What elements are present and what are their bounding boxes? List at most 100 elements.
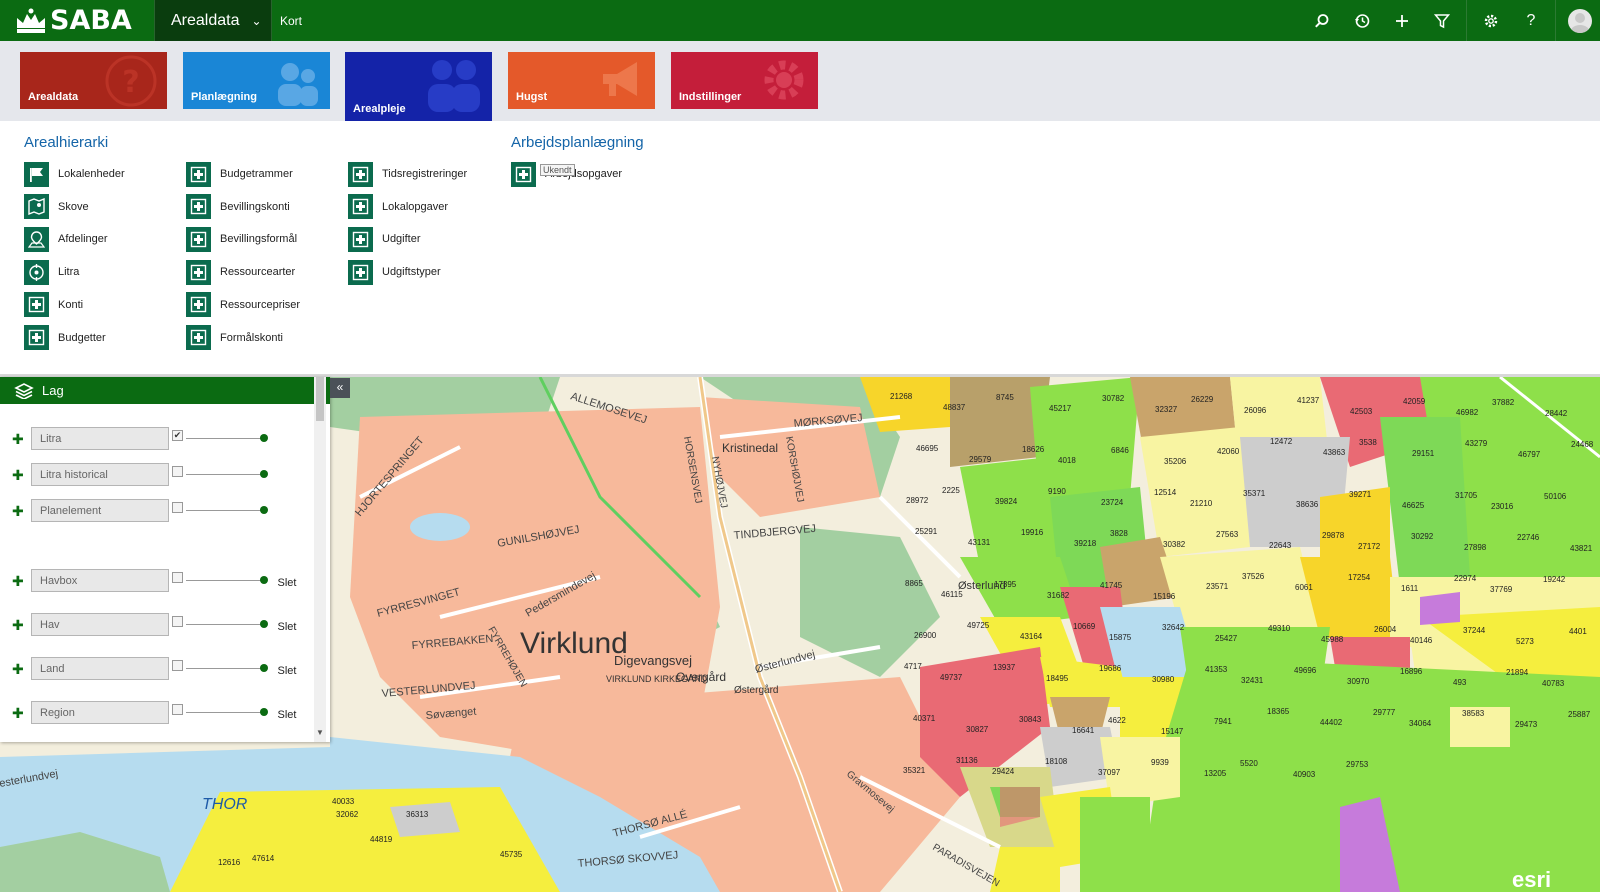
module-dropdown[interactable]: Arealdata ⌄ xyxy=(154,0,272,41)
opacity-slider-track[interactable] xyxy=(186,580,264,581)
settings-icon[interactable] xyxy=(1471,0,1511,41)
filter-icon[interactable] xyxy=(1422,0,1462,41)
tile-indstillinger[interactable]: Indstillinger xyxy=(671,52,818,109)
opacity-slider-track[interactable] xyxy=(186,474,264,475)
delete-layer-button[interactable]: Slet xyxy=(268,613,306,641)
menu-item-bevillingsformål[interactable]: Bevillingsformål xyxy=(186,226,297,252)
layer-visibility-checkbox[interactable] xyxy=(172,466,183,477)
opacity-slider-handle[interactable] xyxy=(260,620,268,628)
scrollbar-thumb[interactable] xyxy=(316,377,324,421)
parcel-label: 21268 xyxy=(890,392,913,401)
grid-icon xyxy=(186,161,211,187)
parcel-label: 41237 xyxy=(1297,396,1320,405)
menu-item-litra[interactable]: Litra xyxy=(24,259,79,285)
drag-handle-icon[interactable]: ✚ xyxy=(12,503,24,520)
tile-arealdata[interactable]: ? Arealdata xyxy=(20,52,167,109)
parcel-label: 42059 xyxy=(1403,397,1426,406)
menu-item-budgetrammer[interactable]: Budgetrammer xyxy=(186,161,293,187)
drag-handle-icon[interactable]: ✚ xyxy=(12,617,24,634)
opacity-slider-track[interactable] xyxy=(186,668,264,669)
opacity-slider-handle[interactable] xyxy=(260,576,268,584)
layer-name-field[interactable]: Hav xyxy=(31,613,169,636)
menu-item-udgiftstyper[interactable]: Udgiftstyper xyxy=(348,259,441,285)
layer-row: ✚ Land Slet xyxy=(0,657,315,685)
grid-icon xyxy=(24,292,49,318)
logo-text: SABA xyxy=(50,5,132,36)
parcel-label: 27898 xyxy=(1464,543,1487,552)
breadcrumb[interactable]: Kort xyxy=(280,14,302,28)
layer-name-field[interactable]: Litra historical xyxy=(31,463,169,486)
scrollbar[interactable] xyxy=(314,377,326,742)
menu-item-konti[interactable]: Konti xyxy=(24,292,83,318)
history-icon[interactable] xyxy=(1342,0,1382,41)
layer-visibility-checkbox[interactable] xyxy=(172,704,183,715)
layer-name-field[interactable]: Region xyxy=(31,701,169,724)
flag-icon xyxy=(24,161,49,187)
menu-item-label: Udgifter xyxy=(382,233,421,246)
add-icon[interactable] xyxy=(1382,0,1422,41)
layer-visibility-checkbox[interactable] xyxy=(172,660,183,671)
menu-item-tidsregistreringer[interactable]: Tidsregistreringer xyxy=(348,161,467,187)
opacity-slider-handle[interactable] xyxy=(260,708,268,716)
menu-item-afdelinger[interactable]: Afdelinger xyxy=(24,226,108,252)
menu-item-ressourcearter[interactable]: Ressourcearter xyxy=(186,259,295,285)
scroll-down-arrow[interactable]: ▼ xyxy=(316,728,324,737)
help-icon[interactable]: ? xyxy=(1511,0,1551,41)
parcel-label: 29777 xyxy=(1373,708,1396,717)
tile-arealpleje[interactable]: Arealpleje xyxy=(345,52,492,121)
parcel-label: 4018 xyxy=(1058,456,1076,465)
menu-item-lokalenheder[interactable]: Lokalenheder xyxy=(24,161,125,187)
opacity-slider-track[interactable] xyxy=(186,712,264,713)
delete-layer-button[interactable]: Slet xyxy=(268,657,306,685)
tile-label: Arealpleje xyxy=(353,103,406,115)
parcel-label: 5273 xyxy=(1516,637,1534,646)
layers-panel: Lag ✚ Litra ✔ ✚ Litra historical ✚ Planelement… xyxy=(0,377,330,742)
module-label: Arealdata xyxy=(171,11,240,29)
parcel-label: 42060 xyxy=(1217,447,1240,456)
layer-name-field[interactable]: Planelement xyxy=(31,499,169,522)
opacity-slider-track[interactable] xyxy=(186,510,264,511)
menu-item-budgetter[interactable]: Budgetter xyxy=(24,325,106,351)
user-avatar[interactable] xyxy=(1568,8,1592,33)
parcel-label: 19686 xyxy=(1099,664,1122,673)
delete-layer-button[interactable]: Slet xyxy=(268,701,306,729)
layer-name-field[interactable]: Litra xyxy=(31,427,169,450)
opacity-slider-track[interactable] xyxy=(186,438,264,439)
saba-logo[interactable]: SABA xyxy=(0,0,154,41)
parcel-label: 12514 xyxy=(1154,488,1177,497)
drag-handle-icon[interactable]: ✚ xyxy=(12,467,24,484)
menu-item-formålskonti[interactable]: Formålskonti xyxy=(186,325,283,351)
menu-item-udgifter[interactable]: Udgifter xyxy=(348,226,421,252)
collapse-panel-button[interactable]: « xyxy=(330,378,350,398)
map-icon xyxy=(24,194,49,220)
parcel-label: 30980 xyxy=(1152,675,1175,684)
drag-handle-icon[interactable]: ✚ xyxy=(12,573,24,590)
parcel-label: 21894 xyxy=(1506,668,1529,677)
menu-item-bevillingskonti[interactable]: Bevillingskonti xyxy=(186,194,290,220)
layer-visibility-checkbox[interactable] xyxy=(172,616,183,627)
drag-handle-icon[interactable]: ✚ xyxy=(12,431,24,448)
drag-handle-icon[interactable]: ✚ xyxy=(12,705,24,722)
opacity-slider-handle[interactable] xyxy=(260,506,268,514)
opacity-slider-handle[interactable] xyxy=(260,664,268,672)
tile-planlaegning[interactable]: Planlægning xyxy=(183,52,330,109)
menu-item-skove[interactable]: Skove xyxy=(24,194,89,220)
layer-name-field[interactable]: Havbox xyxy=(31,569,169,592)
layer-visibility-checkbox[interactable] xyxy=(172,572,183,583)
parcel-label: 43821 xyxy=(1570,544,1593,553)
parcel-label: 4717 xyxy=(904,662,922,671)
parcel-label: 45217 xyxy=(1049,404,1072,413)
opacity-slider-handle[interactable] xyxy=(260,434,268,442)
opacity-slider-handle[interactable] xyxy=(260,470,268,478)
search-icon[interactable] xyxy=(1302,0,1342,41)
menu-item-lokalopgaver[interactable]: Lokalopgaver xyxy=(348,194,448,220)
layer-visibility-checkbox[interactable]: ✔ xyxy=(172,430,183,441)
delete-layer-button[interactable]: Slet xyxy=(268,569,306,597)
map-place-label: Digevangsvej xyxy=(614,653,692,668)
drag-handle-icon[interactable]: ✚ xyxy=(12,661,24,678)
layer-visibility-checkbox[interactable] xyxy=(172,502,183,513)
tile-hugst[interactable]: Hugst xyxy=(508,52,655,109)
layer-name-field[interactable]: Land xyxy=(31,657,169,680)
menu-item-ressourcepriser[interactable]: Ressourcepriser xyxy=(186,292,300,318)
opacity-slider-track[interactable] xyxy=(186,624,264,625)
